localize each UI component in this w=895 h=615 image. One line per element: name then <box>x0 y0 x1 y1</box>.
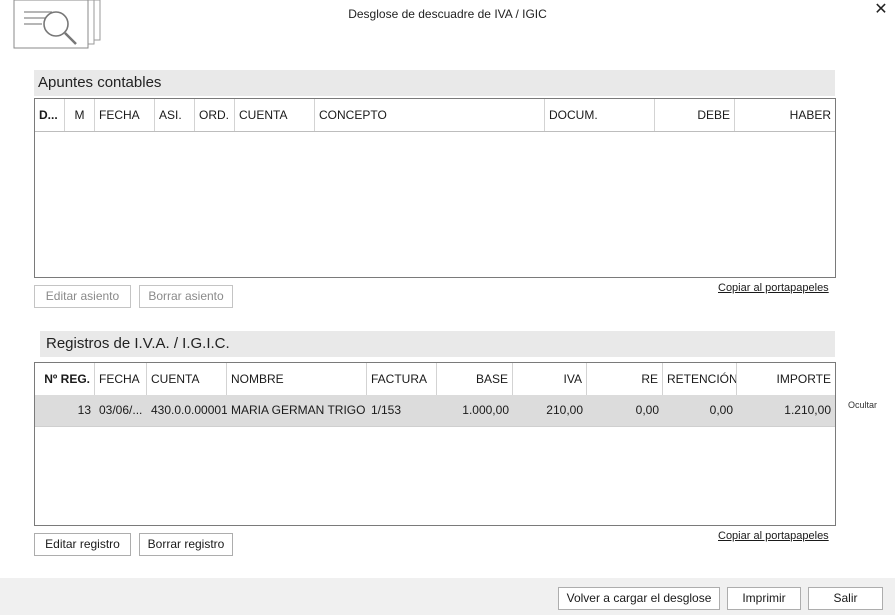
reload-breakdown-button[interactable]: Volver a cargar el desglose <box>558 587 720 610</box>
delete-entry-button[interactable]: Borrar asiento <box>139 285 233 308</box>
window-title: Desglose de descuadre de IVA / IGIC <box>348 7 547 21</box>
cell-nombre: MARIA GERMAN TRIGO <box>231 403 366 417</box>
delete-record-button[interactable]: Borrar registro <box>139 533 233 556</box>
col-header-num-reg[interactable]: Nº REG. <box>35 363 95 395</box>
col-header-concepto[interactable]: CONCEPTO <box>315 99 545 131</box>
apuntes-section-title: Apuntes contables <box>38 74 162 91</box>
cell-iva: 210,00 <box>546 403 583 417</box>
exit-button[interactable]: Salir <box>808 587 883 610</box>
col-header-iva[interactable]: IVA <box>513 363 587 395</box>
copy-apuntes-link[interactable]: Copiar al portapapeles <box>718 282 829 294</box>
col-header-re[interactable]: RE <box>587 363 663 395</box>
col-header-m[interactable]: M <box>65 99 95 131</box>
apuntes-section-header: Apuntes contables <box>34 70 835 96</box>
col-header-asiento[interactable]: ASI. <box>155 99 195 131</box>
registros-section-title: Registros de I.V.A. / I.G.I.C. <box>46 335 230 352</box>
copy-registros-link[interactable]: Copiar al portapapeles <box>718 530 829 542</box>
cell-factura: 1/153 <box>371 403 402 417</box>
table-row[interactable]: 13 03/06/... 430.0.0.00001 MARIA GERMAN … <box>35 395 835 427</box>
col-header-retencion[interactable]: RETENCIÓN <box>663 363 737 395</box>
hide-link[interactable]: Ocultar <box>848 400 877 410</box>
col-header-documento[interactable]: DOCUM. <box>545 99 655 131</box>
cell-fecha: 03/06/... <box>99 403 143 417</box>
col-header-orden[interactable]: ORD. <box>195 99 235 131</box>
col-header-diario[interactable]: D... <box>35 99 65 131</box>
col-header-cuenta[interactable]: CUENTA <box>235 99 315 131</box>
registros-grid[interactable]: Nº REG. FECHA CUENTA NOMBRE FACTURA BASE… <box>34 362 836 526</box>
col-header-nombre[interactable]: NOMBRE <box>227 363 367 395</box>
col-header-base[interactable]: BASE <box>437 363 513 395</box>
col-header-importe[interactable]: IMPORTE <box>737 363 835 395</box>
registros-section-header: Registros de I.V.A. / I.G.I.C. <box>40 331 835 357</box>
edit-entry-button[interactable]: Editar asiento <box>34 285 131 308</box>
cell-num-reg: 13 <box>77 403 91 417</box>
registros-grid-header: Nº REG. FECHA CUENTA NOMBRE FACTURA BASE… <box>35 363 835 396</box>
cell-cuenta: 430.0.0.00001 <box>151 403 227 417</box>
col-header-cuenta[interactable]: CUENTA <box>147 363 227 395</box>
col-header-fecha[interactable]: FECHA <box>95 99 155 131</box>
cell-base: 1.000,00 <box>462 403 509 417</box>
col-header-debe[interactable]: DEBE <box>655 99 735 131</box>
col-header-factura[interactable]: FACTURA <box>367 363 437 395</box>
print-button[interactable]: Imprimir <box>727 587 801 610</box>
cell-importe: 1.210,00 <box>784 403 831 417</box>
col-header-haber[interactable]: HABER <box>735 99 835 131</box>
apuntes-grid[interactable]: D... M FECHA ASI. ORD. CUENTA CONCEPTO D… <box>34 98 836 278</box>
col-header-fecha[interactable]: FECHA <box>95 363 147 395</box>
close-icon[interactable]: ✕ <box>872 1 890 19</box>
cell-re: 0,00 <box>635 403 659 417</box>
apuntes-grid-header: D... M FECHA ASI. ORD. CUENTA CONCEPTO D… <box>35 99 835 132</box>
edit-record-button[interactable]: Editar registro <box>34 533 131 556</box>
cell-retencion: 0,00 <box>709 403 733 417</box>
